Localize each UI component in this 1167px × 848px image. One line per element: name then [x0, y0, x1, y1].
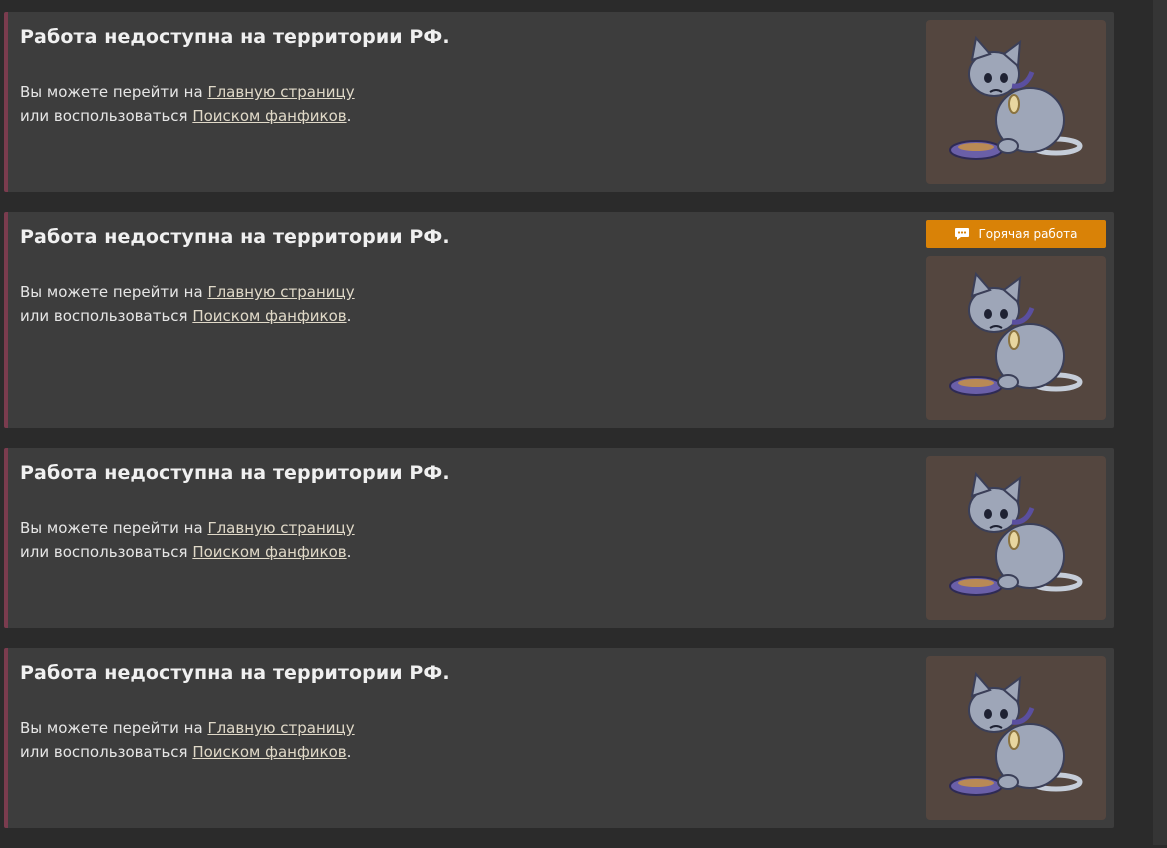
main-page-link[interactable]: Главную страницу [207, 519, 354, 537]
card-message: Вы можете перейти на Главную страницу ил… [20, 716, 355, 764]
hot-work-badge[interactable]: Горячая работа [926, 220, 1106, 248]
work-list: Работа недоступна на территории РФ. Вы м… [4, 12, 1114, 848]
fanfic-search-link[interactable]: Поиском фанфиков [192, 107, 346, 125]
main-page-link[interactable]: Главную страницу [207, 83, 354, 101]
message-text: или воспользоваться [20, 743, 193, 761]
card-title: Работа недоступна на территории РФ. [20, 226, 450, 248]
main-page-link[interactable]: Главную страницу [207, 719, 354, 737]
fanfic-search-link[interactable]: Поиском фанфиков [192, 543, 346, 561]
card-title: Работа недоступна на территории РФ. [20, 462, 450, 484]
fanfic-search-link[interactable]: Поиском фанфиков [192, 307, 346, 325]
hot-work-label: Горячая работа [978, 227, 1078, 241]
work-card: Работа недоступна на территории РФ. Вы м… [4, 12, 1114, 192]
message-text: Вы можете перейти на [20, 519, 208, 537]
message-text: или воспользоваться [20, 107, 193, 125]
message-text: или воспользоваться [20, 307, 193, 325]
sad-cat-icon [926, 256, 1106, 420]
scrollbar-track[interactable] [1153, 0, 1167, 845]
card-title: Работа недоступна на территории РФ. [20, 662, 450, 684]
work-card: Работа недоступна на территории РФ. Вы м… [4, 212, 1114, 428]
card-message: Вы можете перейти на Главную страницу ил… [20, 280, 355, 328]
message-text: . [346, 743, 352, 761]
chat-bubble-icon [954, 227, 970, 241]
card-message: Вы можете перейти на Главную страницу ил… [20, 516, 355, 564]
sad-cat-icon [926, 456, 1106, 620]
message-text: . [346, 543, 352, 561]
work-card: Работа недоступна на территории РФ. Вы м… [4, 648, 1114, 828]
work-card: Работа недоступна на территории РФ. Вы м… [4, 448, 1114, 628]
message-text: Вы можете перейти на [20, 83, 208, 101]
sad-cat-icon [926, 20, 1106, 184]
message-text: . [346, 307, 352, 325]
fanfic-search-link[interactable]: Поиском фанфиков [192, 743, 346, 761]
message-text: Вы можете перейти на [20, 719, 208, 737]
sad-cat-icon [926, 656, 1106, 820]
card-message: Вы можете перейти на Главную страницу ил… [20, 80, 355, 128]
card-title: Работа недоступна на территории РФ. [20, 26, 450, 48]
main-page-link[interactable]: Главную страницу [207, 283, 354, 301]
message-text: Вы можете перейти на [20, 283, 208, 301]
message-text: . [346, 107, 352, 125]
message-text: или воспользоваться [20, 543, 193, 561]
